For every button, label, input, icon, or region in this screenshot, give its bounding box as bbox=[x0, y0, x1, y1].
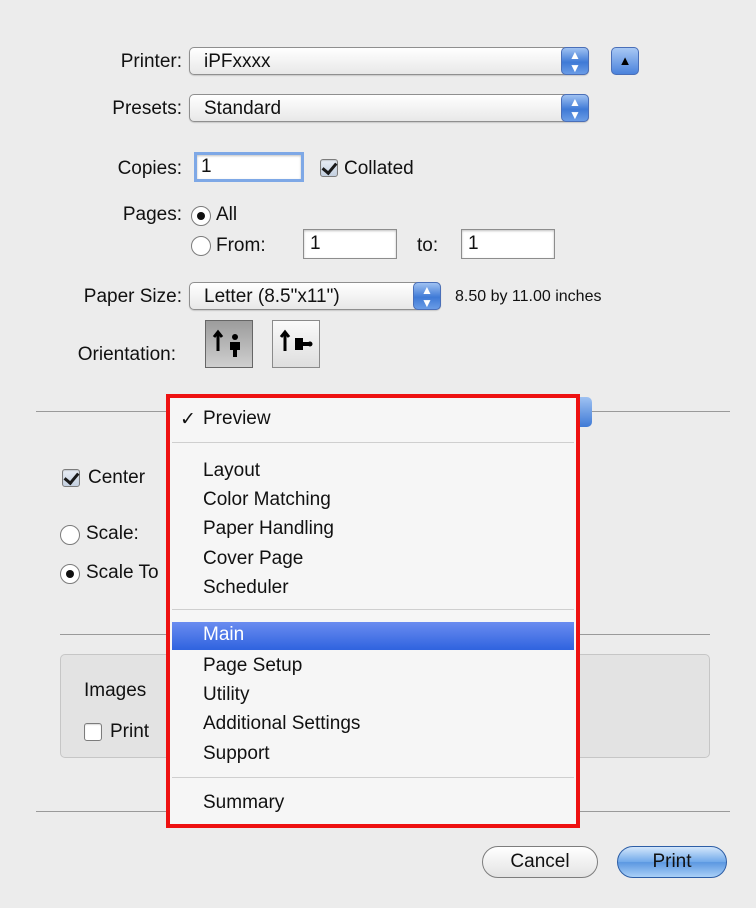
menu-item-paper-handling[interactable]: Paper Handling bbox=[203, 518, 334, 540]
paper-dimensions: 8.50 by 11.00 inches bbox=[455, 288, 602, 305]
copies-label: Copies: bbox=[117, 158, 182, 179]
pages-label: Pages: bbox=[122, 204, 182, 225]
menu-separator bbox=[172, 609, 574, 610]
images-label: Images bbox=[84, 680, 147, 701]
orientation-label: Orientation: bbox=[77, 344, 176, 365]
print-button[interactable]: Print bbox=[617, 846, 727, 878]
triangle-up-icon: ▲ bbox=[618, 53, 632, 68]
menu-item-utility[interactable]: Utility bbox=[203, 684, 249, 706]
center-label: Center bbox=[88, 467, 146, 488]
menu-separator bbox=[172, 777, 574, 778]
cancel-button[interactable]: Cancel bbox=[482, 846, 598, 878]
menu-item-preview[interactable]: Preview bbox=[203, 408, 271, 430]
menu-item-layout[interactable]: Layout bbox=[203, 460, 260, 482]
orientation-landscape-button[interactable] bbox=[272, 320, 320, 368]
menu-item-main[interactable]: Main bbox=[172, 622, 574, 650]
pages-to-value: 1 bbox=[468, 233, 479, 254]
expand-disclosure-button[interactable]: ▲ bbox=[611, 47, 639, 75]
orientation-portrait-button[interactable] bbox=[205, 320, 253, 368]
printer-value: iPFxxxx bbox=[204, 51, 271, 72]
scale-to-label: Scale To bbox=[86, 562, 159, 583]
pages-to-field[interactable]: 1 bbox=[461, 229, 555, 259]
pages-to-label: to: bbox=[417, 235, 439, 256]
pages-from-label: From: bbox=[216, 235, 266, 256]
pane-dropdown-menu: ✓ Preview Layout Color Matching Paper Ha… bbox=[166, 394, 580, 828]
copies-field[interactable]: 1 bbox=[194, 152, 304, 182]
scale-label: Scale: bbox=[86, 523, 139, 544]
pages-all-label: All bbox=[216, 204, 238, 225]
printer-popup[interactable]: iPFxxxx ▲ ▼ bbox=[189, 47, 589, 75]
checkmark-icon: ✓ bbox=[180, 409, 196, 430]
pages-from-value: 1 bbox=[310, 233, 321, 254]
menu-item-cover-page[interactable]: Cover Page bbox=[203, 548, 303, 570]
print-option-label: Print bbox=[110, 721, 150, 742]
updown-arrows-icon: ▲ ▼ bbox=[561, 94, 589, 122]
menu-item-summary[interactable]: Summary bbox=[203, 792, 284, 814]
menu-item-scheduler[interactable]: Scheduler bbox=[203, 577, 289, 599]
menu-item-additional-settings[interactable]: Additional Settings bbox=[203, 713, 360, 735]
menu-item-main-label: Main bbox=[203, 624, 245, 645]
updown-arrows-icon: ▲ ▼ bbox=[561, 47, 589, 75]
paper-size-label: Paper Size: bbox=[83, 286, 182, 307]
copies-value: 1 bbox=[201, 156, 212, 177]
collated-label: Collated bbox=[344, 158, 414, 179]
presets-popup[interactable]: Standard ▲ ▼ bbox=[189, 94, 589, 122]
pages-from-radio[interactable] bbox=[191, 236, 211, 256]
menu-item-page-setup[interactable]: Page Setup bbox=[203, 655, 302, 677]
pages-all-radio[interactable] bbox=[191, 206, 211, 226]
menu-item-support[interactable]: Support bbox=[203, 743, 270, 765]
center-checkbox[interactable] bbox=[62, 469, 80, 487]
menu-separator bbox=[172, 442, 574, 443]
menu-item-color-matching[interactable]: Color Matching bbox=[203, 489, 331, 511]
presets-value: Standard bbox=[204, 98, 282, 119]
updown-arrows-icon: ▲ ▼ bbox=[413, 282, 441, 310]
scale-radio[interactable] bbox=[60, 525, 80, 545]
presets-label: Presets: bbox=[112, 98, 182, 119]
landscape-person-icon bbox=[279, 329, 313, 351]
paper-size-popup[interactable]: Letter (8.5"x11") ▲ ▼ bbox=[189, 282, 441, 310]
portrait-person-icon bbox=[212, 329, 240, 357]
pages-from-field[interactable]: 1 bbox=[303, 229, 397, 259]
scale-to-radio[interactable] bbox=[60, 564, 80, 584]
paper-size-value: Letter (8.5"x11") bbox=[204, 286, 340, 307]
print-checkbox[interactable] bbox=[84, 723, 102, 741]
printer-label: Printer: bbox=[120, 51, 182, 72]
collated-checkbox[interactable] bbox=[320, 159, 338, 177]
